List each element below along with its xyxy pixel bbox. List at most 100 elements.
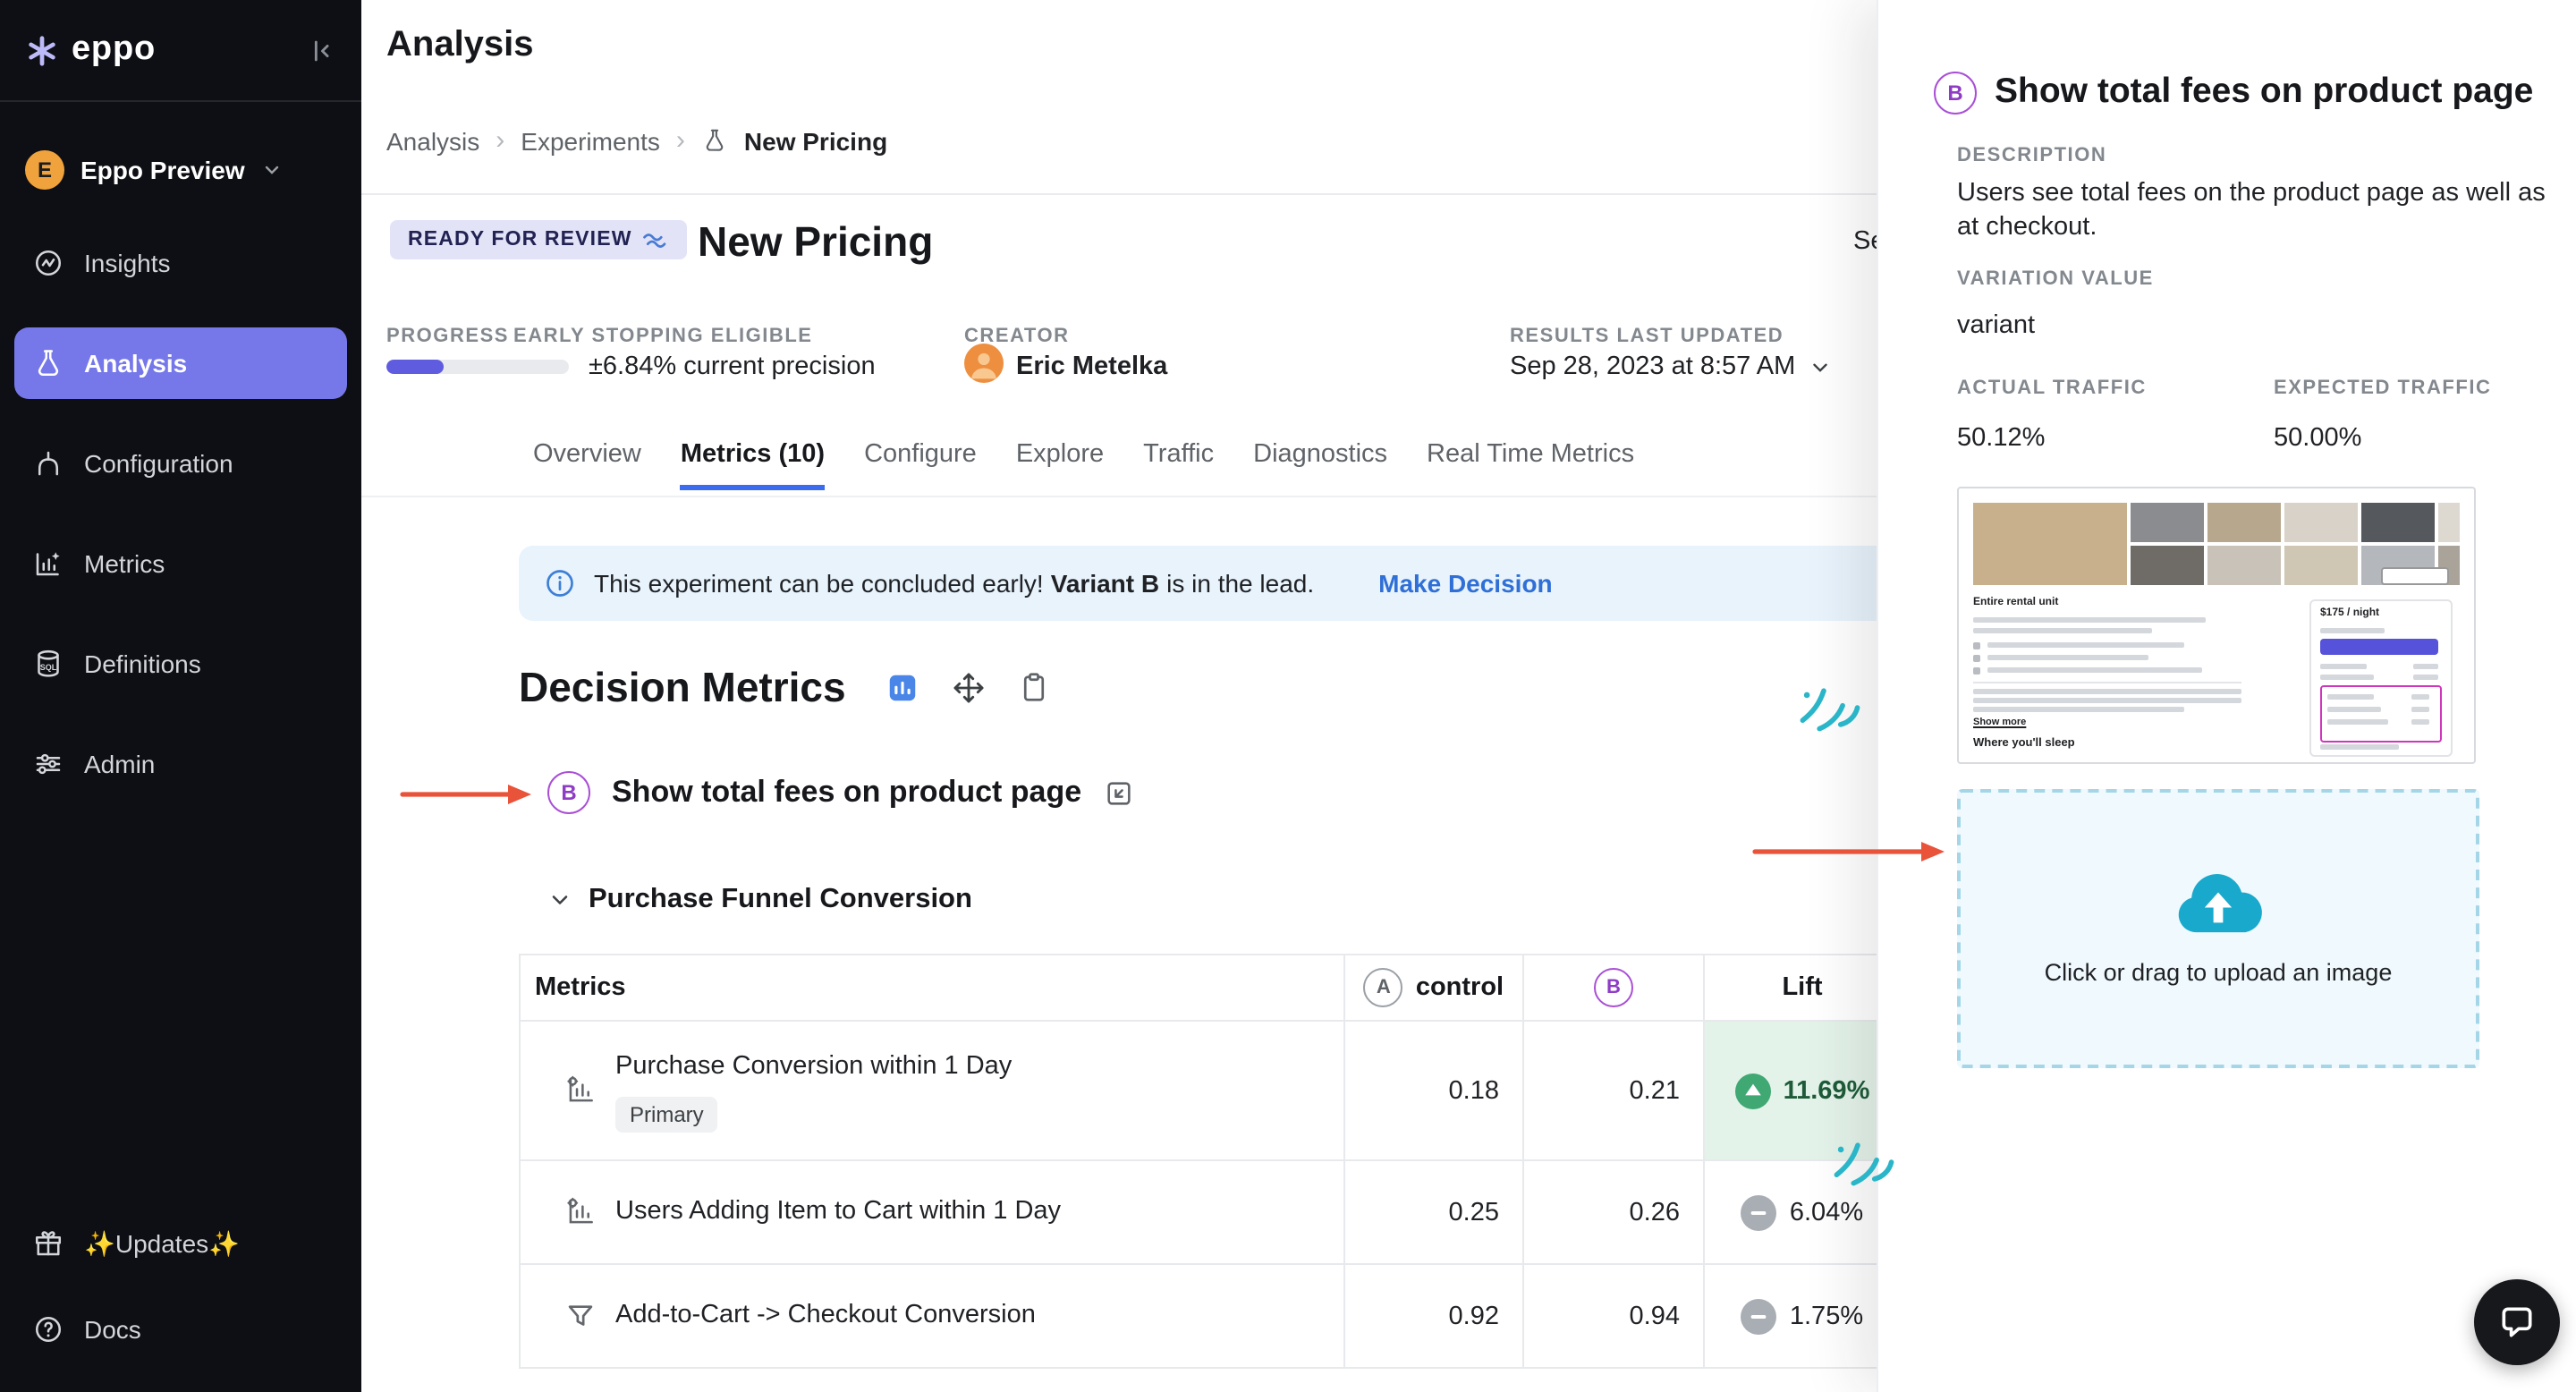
thumb-photo bbox=[2361, 503, 2435, 542]
chevron-down-icon bbox=[261, 159, 283, 181]
sidebar-item-definitions[interactable]: SQL Definitions bbox=[14, 628, 347, 700]
lift-flat-icon bbox=[1741, 1298, 1777, 1334]
creator-name: Eric Metelka bbox=[1016, 349, 1167, 385]
eppo-logo-icon bbox=[25, 33, 59, 67]
logo-row: eppo bbox=[0, 0, 361, 100]
primary-tag: Primary bbox=[615, 1096, 718, 1132]
clipboard-icon[interactable] bbox=[1018, 671, 1050, 703]
thumb-photo bbox=[2284, 546, 2358, 585]
decision-metrics-header: Decision Metrics bbox=[519, 660, 1050, 714]
thumb-sleep-heading: Where you'll sleep bbox=[1973, 737, 2075, 750]
workspace-avatar: E bbox=[25, 150, 64, 190]
svg-text:SQL: SQL bbox=[40, 663, 57, 672]
sidebar-item-label: Docs bbox=[84, 1315, 141, 1344]
sidebar-item-label: Analysis bbox=[84, 349, 187, 378]
variant-value: 0.94 bbox=[1522, 1265, 1703, 1367]
breadcrumb-separator: › bbox=[676, 125, 685, 156]
tab-overview[interactable]: Overview bbox=[533, 440, 641, 490]
gift-icon bbox=[32, 1227, 64, 1260]
thumb-bar bbox=[1973, 689, 2241, 694]
thumb-photo bbox=[1973, 503, 2127, 585]
funnel-section-header[interactable]: Purchase Funnel Conversion bbox=[547, 884, 972, 916]
move-icon[interactable] bbox=[952, 670, 986, 704]
cloud-upload-icon bbox=[2174, 871, 2263, 936]
progress-bar bbox=[386, 360, 569, 374]
results-updated-control[interactable]: Sep 28, 2023 at 8:57 AM bbox=[1510, 349, 1831, 385]
control-value: 0.18 bbox=[1343, 1022, 1522, 1159]
flask-icon bbox=[32, 347, 64, 379]
sidebar-footer: ✨Updates✨ Docs bbox=[14, 1208, 347, 1365]
tab-realtime[interactable]: Real Time Metrics bbox=[1427, 440, 1634, 490]
sliders-icon bbox=[32, 748, 64, 780]
sidebar-item-docs[interactable]: Docs bbox=[14, 1294, 347, 1365]
lift-cell: 11.69% bbox=[1703, 1022, 1900, 1159]
thumb-bar bbox=[2413, 664, 2438, 668]
sidebar-item-configuration[interactable]: Configuration bbox=[14, 428, 347, 499]
open-variant-panel-icon[interactable] bbox=[1103, 777, 1133, 808]
variation-value: variant bbox=[1957, 308, 2035, 344]
metric-name-block: Purchase Conversion within 1 Day Primary bbox=[615, 1049, 1012, 1132]
tab-bar: Overview Metrics (10) Configure Explore … bbox=[533, 440, 1634, 490]
image-upload-dropzone[interactable]: Click or drag to upload an image bbox=[1957, 789, 2479, 1068]
tab-diagnostics[interactable]: Diagnostics bbox=[1253, 440, 1387, 490]
sidebar-item-label: Definitions bbox=[84, 649, 201, 678]
results-updated-label: RESULTS LAST UPDATED bbox=[1510, 326, 1784, 349]
eppo-wordmark: eppo bbox=[72, 30, 156, 70]
variant-value: 0.21 bbox=[1522, 1022, 1703, 1159]
sidebar-item-updates[interactable]: ✨Updates✨ bbox=[14, 1208, 347, 1279]
variant-b-badge: B bbox=[1934, 72, 1977, 115]
tab-metrics[interactable]: Metrics (10) bbox=[681, 440, 825, 490]
thumb-bar bbox=[2411, 707, 2429, 711]
status-badge-label: READY FOR REVIEW bbox=[408, 229, 632, 250]
sidebar-item-label: ✨Updates✨ bbox=[84, 1228, 240, 1259]
decision-metrics-title: Decision Metrics bbox=[519, 660, 846, 714]
variant-a-badge: A bbox=[1364, 968, 1403, 1007]
workspace-switcher[interactable]: E Eppo Preview bbox=[11, 131, 351, 209]
tab-explore[interactable]: Explore bbox=[1016, 440, 1104, 490]
app: eppo E Eppo Preview Insights Analysis bbox=[0, 0, 2576, 1392]
sidebar-item-analysis[interactable]: Analysis bbox=[14, 327, 347, 399]
thumb-amenity-icon bbox=[1973, 667, 1980, 675]
breadcrumb-analysis[interactable]: Analysis bbox=[386, 126, 479, 155]
banner-suffix: is in the lead. bbox=[1166, 569, 1314, 598]
variant-b-badge: B bbox=[1594, 968, 1633, 1007]
make-decision-link[interactable]: Make Decision bbox=[1378, 569, 1553, 598]
col-header-control: A control bbox=[1343, 955, 1522, 1020]
thumb-listing-title: Entire rental unit bbox=[1973, 598, 2058, 608]
eppo-logo: eppo bbox=[25, 30, 156, 70]
thumb-bar bbox=[2411, 719, 2429, 724]
chart-star-icon bbox=[32, 547, 64, 580]
variation-screenshot[interactable]: Entire rental unit Show more Where you'l… bbox=[1957, 487, 2476, 764]
funnel-icon bbox=[564, 1299, 597, 1333]
results-updated-value: Sep 28, 2023 at 8:57 AM bbox=[1510, 349, 1795, 385]
panel-header: B Show total fees on product page bbox=[1934, 68, 2576, 115]
sidebar-item-metrics[interactable]: Metrics bbox=[14, 528, 347, 599]
sidebar-item-admin[interactable]: Admin bbox=[14, 728, 347, 800]
thumb-fees-highlight-box bbox=[2320, 685, 2442, 743]
control-value: 0.92 bbox=[1343, 1265, 1522, 1367]
thumb-photo bbox=[2131, 546, 2204, 585]
thumb-bar bbox=[1987, 667, 2202, 673]
thumb-bar bbox=[2327, 707, 2381, 711]
experiment-title: New Pricing bbox=[698, 215, 933, 268]
tab-configure[interactable]: Configure bbox=[864, 440, 977, 490]
thumb-bar bbox=[2327, 719, 2388, 724]
progress-bar-fill bbox=[386, 360, 443, 374]
help-icon bbox=[32, 1313, 64, 1345]
panel-title: Show total fees on product page bbox=[1995, 68, 2576, 115]
tab-traffic[interactable]: Traffic bbox=[1143, 440, 1214, 490]
collapse-sidebar-icon[interactable] bbox=[306, 35, 336, 65]
page-title: Analysis bbox=[386, 21, 534, 68]
progress-label: PROGRESS bbox=[386, 326, 509, 349]
variation-value-label: VARIATION VALUE bbox=[1957, 268, 2154, 292]
thumb-photo bbox=[2284, 503, 2358, 542]
thumb-price-card: $175 / night bbox=[2309, 599, 2453, 757]
chart-view-icon[interactable] bbox=[886, 670, 919, 704]
breadcrumb-experiments[interactable]: Experiments bbox=[521, 126, 660, 155]
banner-message: This experiment can be concluded early!V… bbox=[594, 569, 1314, 598]
sql-database-icon: SQL bbox=[32, 648, 64, 680]
sidebar-item-insights[interactable]: Insights bbox=[14, 227, 347, 299]
chat-launcher-button[interactable] bbox=[2474, 1279, 2560, 1365]
control-value: 0.25 bbox=[1343, 1161, 1522, 1263]
expected-traffic-value: 50.00% bbox=[2274, 420, 2361, 456]
